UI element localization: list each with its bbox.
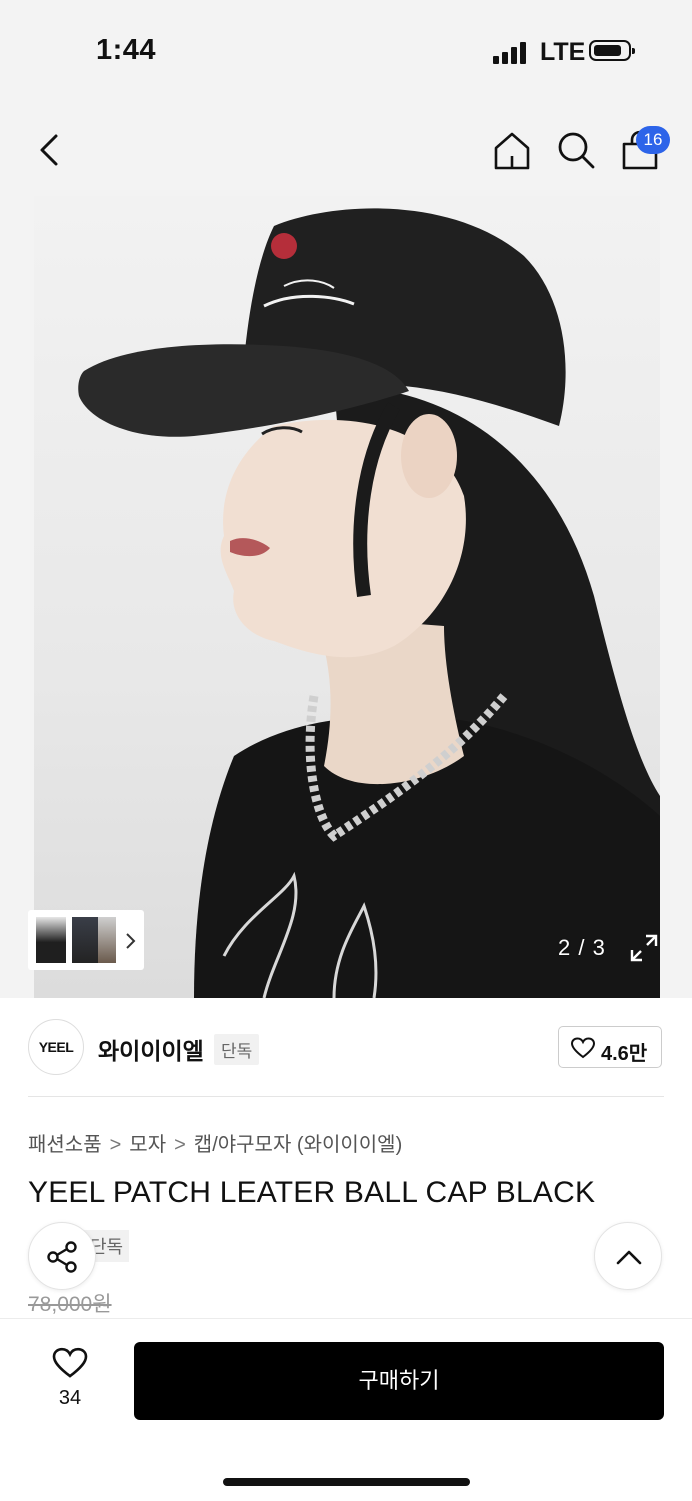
heart-icon	[571, 1037, 595, 1059]
product-image-gallery[interactable]	[0, 196, 692, 998]
breadcrumb-item[interactable]: 모자	[129, 1134, 166, 1156]
brand-row: YEEL 와이이이엘 단독 4.6만	[0, 998, 692, 1098]
exclusive-badge: 단독	[214, 1034, 260, 1065]
thumbnail-image[interactable]	[36, 917, 66, 963]
breadcrumb-separator: >	[174, 1134, 186, 1156]
wishlist-count: 34	[58, 1387, 82, 1409]
purchase-bar: 34 구매하기	[0, 1318, 692, 1501]
signal-icon	[493, 40, 527, 64]
brand-like-count: 4.6만	[601, 1043, 648, 1065]
image-counter: 2 / 3	[558, 935, 606, 960]
chevron-right-icon[interactable]	[124, 930, 136, 956]
network-label: LTE	[540, 38, 586, 66]
back-icon	[40, 134, 58, 166]
home-icon	[494, 132, 530, 170]
wishlist-button[interactable]: 34	[38, 1343, 102, 1413]
search-icon	[558, 132, 595, 169]
home-indicator	[223, 1478, 470, 1486]
brand-name[interactable]: 와이이이엘	[98, 1032, 204, 1066]
status-bar: 1:44 LTE	[0, 0, 692, 100]
product-photo	[34, 196, 660, 998]
share-button[interactable]	[28, 1222, 96, 1290]
top-nav-bar	[0, 100, 692, 196]
breadcrumb: 패션소품 > 모자 > 캡/야구모자 (와이이이엘)	[28, 1128, 402, 1157]
section-divider	[28, 1096, 664, 1097]
breadcrumb-separator: >	[109, 1134, 122, 1156]
chevron-up-icon	[616, 1250, 642, 1265]
battery-icon	[589, 40, 635, 61]
back-button[interactable]	[30, 128, 70, 172]
breadcrumb-item[interactable]: 캡/야구모자 (와이이이엘)	[194, 1134, 402, 1156]
share-icon	[47, 1241, 77, 1273]
status-time: 1:44	[96, 34, 157, 66]
home-button[interactable]	[490, 128, 534, 172]
expand-icon	[630, 934, 658, 962]
brand-logo[interactable]: YEEL	[28, 1019, 84, 1075]
buy-button[interactable]: 구매하기	[134, 1342, 664, 1420]
thumbnail-image[interactable]	[98, 917, 116, 963]
expand-image-button[interactable]	[626, 930, 662, 966]
cart-count-badge: 16	[636, 126, 670, 154]
heart-icon	[52, 1347, 88, 1378]
breadcrumb-item[interactable]: 패션소품	[28, 1134, 102, 1156]
search-button[interactable]	[554, 128, 598, 172]
product-title: YEEL PATCH LEATER BALL CAP BLACK	[28, 1176, 596, 1209]
scroll-to-top-button[interactable]	[594, 1222, 662, 1290]
original-price: 78,000원	[28, 1293, 112, 1316]
brand-like-button[interactable]: 4.6만	[558, 1026, 662, 1068]
